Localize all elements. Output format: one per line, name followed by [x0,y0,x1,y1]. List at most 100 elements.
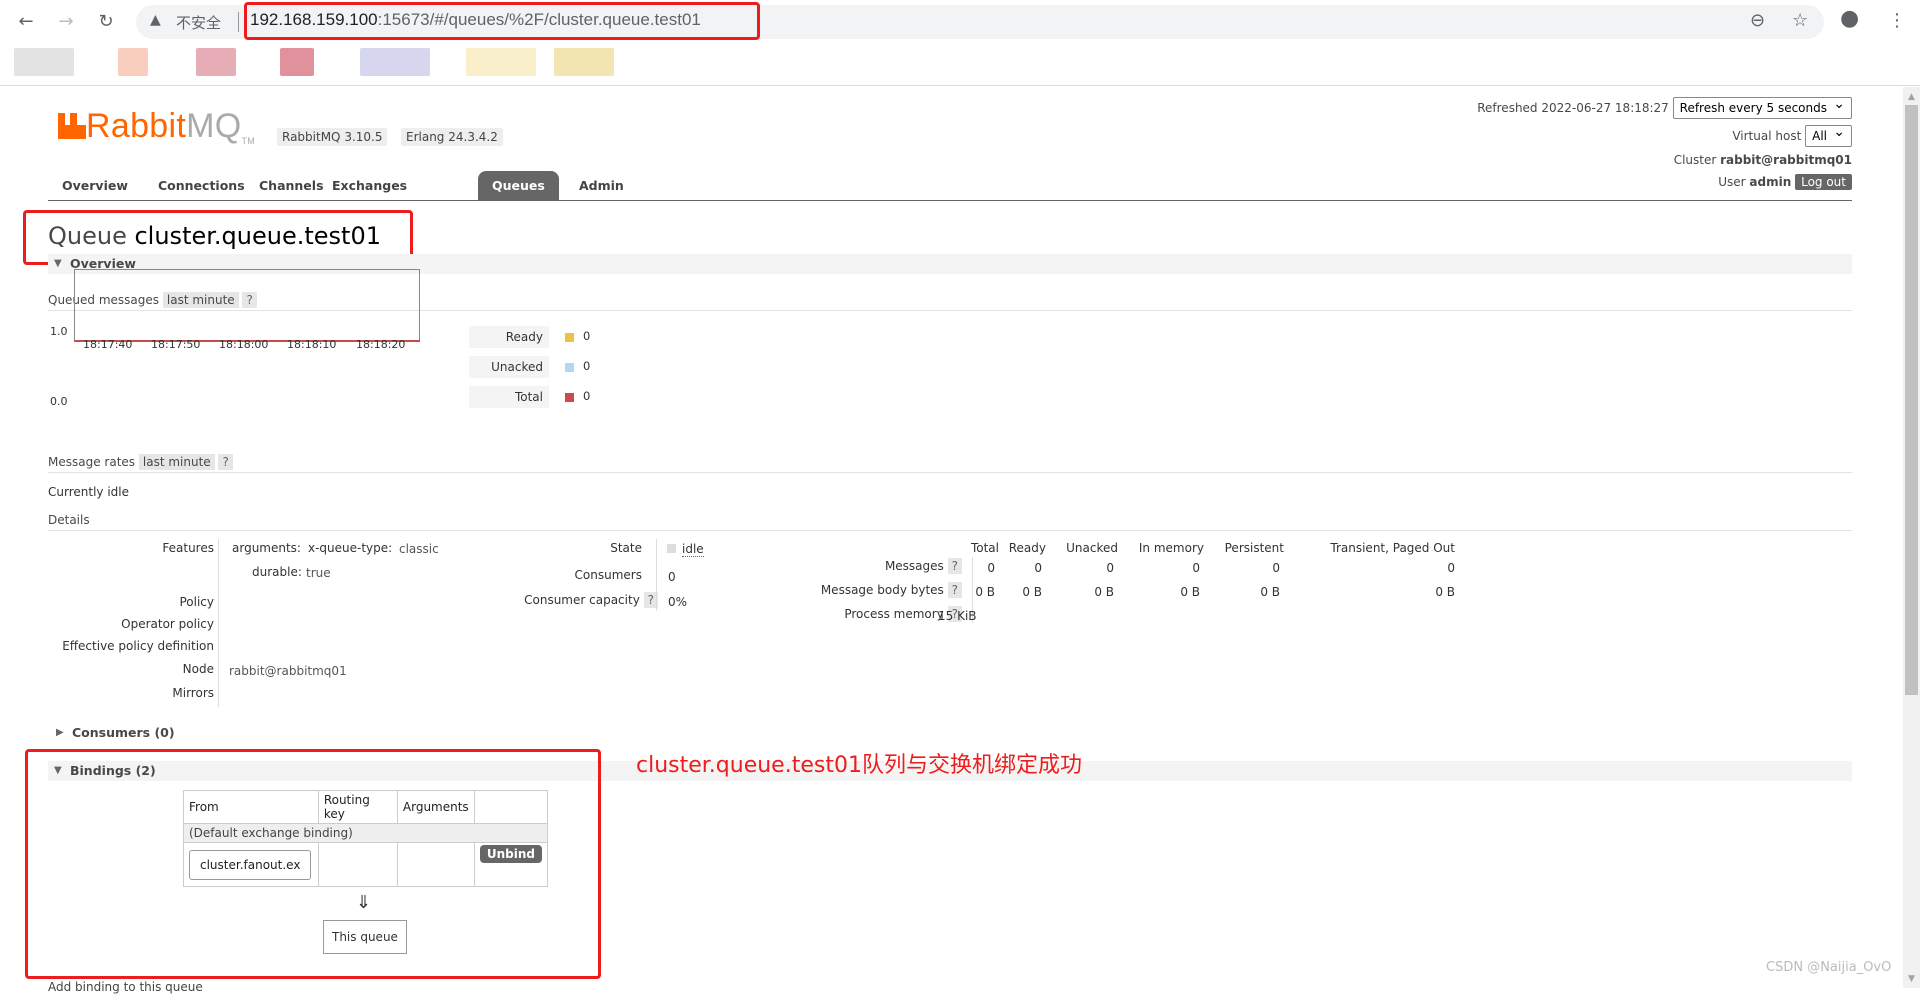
rates-range-selector[interactable]: last minute [138,454,215,470]
message-bytes-label-text: Message body bytes [820,583,944,597]
operator-policy-label: Operator policy [121,617,214,631]
expand-triangle-icon[interactable]: ▶ [56,727,64,738]
watermark: CSDN @Naijia_OvO [1766,960,1892,975]
bookmark-blurred[interactable] [280,48,314,76]
help-button[interactable]: ? [947,582,962,598]
tab-queues[interactable]: Queues [478,171,559,201]
messages-transient: 0 [1447,561,1455,575]
legend-swatch [565,333,574,342]
state-text: idle [682,542,704,557]
zoom-icon[interactable]: ⊖ [1750,10,1765,31]
durable-key: durable: [252,565,302,579]
message-bytes-label: Message body bytes ? [820,582,962,598]
help-button[interactable]: ? [218,454,233,470]
cluster-line: Cluster rabbit@rabbitmq01 [1674,153,1852,167]
consumer-capacity-value: 0% [668,595,688,609]
kebab-menu-icon[interactable]: ⋮ [1888,10,1906,31]
bookmark-blurred[interactable] [554,48,614,76]
effective-policy-label: Effective policy definition [62,639,214,653]
mirrors-label: Mirrors [172,686,214,700]
url-highlight-box [244,2,760,40]
logo-trademark: TM [241,136,256,146]
stats-header-transient: Transient, Paged Out [1330,541,1455,555]
stats-header-total: Total [970,541,999,555]
legend-label: Unacked [469,356,549,378]
refresh-line: Refreshed 2022-06-27 18:18:27 Refresh ev… [1477,94,1852,119]
browser-chrome: ← → ↻ ▲ 不安全 192.168.159.100:15673/#/queu… [0,0,1920,86]
bytes-unacked: 0 B [1094,585,1114,599]
collapse-triangle-icon: ▼ [54,258,62,269]
x-tick-label: 18:17:50 [151,338,201,351]
legend-value: 0 [583,329,591,343]
reload-icon[interactable]: ↻ [94,10,118,34]
consumers-section-header[interactable]: Consumers (0) [72,725,175,740]
stats-header-unacked: Unacked [1066,541,1118,555]
x-tick-label: 18:17:40 [83,338,133,351]
bookmark-blurred[interactable] [14,48,74,76]
x-tick-label: 18:18:10 [287,338,337,351]
x-tick-label: 18:18:20 [356,338,406,351]
messages-label: Messages ? [884,558,962,574]
bookmark-blurred[interactable] [360,48,430,76]
arrow-right-icon[interactable]: → [54,10,78,34]
messages-unacked: 0 [1106,561,1114,575]
node-label: Node [182,662,214,676]
vhost-select[interactable]: All [1805,122,1852,147]
tab-admin[interactable]: Admin [565,171,638,201]
rabbitmq-logo-icon [58,113,86,139]
state-value: idle [667,542,704,557]
bookmark-blurred[interactable] [118,48,148,76]
x-queue-type-value: classic [399,542,439,556]
messages-persistent: 0 [1272,561,1280,575]
features-label: Features [162,541,214,555]
bookmark-blurred[interactable] [196,48,236,76]
bindings-highlight-box [25,749,601,979]
legend-swatch [565,393,574,402]
state-idle-icon [667,544,676,553]
state-label: State [610,541,642,555]
consumers-label: Consumers [574,568,642,582]
consumers-value: 0 [668,570,676,584]
scroll-down-icon[interactable]: ▼ [1905,972,1918,986]
refresh-interval-select[interactable]: Refresh every 5 seconds [1672,94,1852,119]
legend-value: 0 [583,389,591,403]
stats-header-persistent: Persistent [1224,541,1284,555]
stats-header-ready: Ready [1008,541,1046,555]
tab-exchanges[interactable]: Exchanges [318,171,421,201]
queued-messages-chart [74,269,420,342]
scrollbar-thumb[interactable] [1905,105,1918,695]
bookmark-blurred[interactable] [466,48,536,76]
process-memory-value: 15 KiB [938,609,977,623]
rabbitmq-logo[interactable]: RabbitMQTM [86,107,255,146]
star-icon[interactable]: ☆ [1792,10,1808,31]
legend-label: Ready [469,326,549,348]
messages-ready: 0 [1034,561,1042,575]
messages-label-text: Messages [884,559,944,573]
details-label: Details [48,513,90,527]
logo-text-rabbit: Rabbit [86,107,187,145]
annotation-text: cluster.queue.test01队列与交换机绑定成功 [636,753,1082,778]
bytes-ready: 0 B [1022,585,1042,599]
durable-value: true [306,566,331,580]
help-button[interactable]: ? [947,558,962,574]
add-binding-header[interactable]: Add binding to this queue [48,980,203,994]
arguments-key: arguments: [232,541,301,555]
security-label[interactable]: 不安全 [176,12,221,33]
refreshed-label: Refreshed 2022-06-27 18:18:27 [1477,101,1669,115]
scroll-up-icon[interactable]: ▲ [1905,90,1918,104]
messages-in-memory: 0 [1192,561,1200,575]
warning-icon[interactable]: ▲ [150,12,161,28]
state-divider [656,539,657,611]
rabbitmq-version-badge: RabbitMQ 3.10.5 [277,128,388,146]
profile-icon[interactable]: ● [1840,6,1859,31]
node-value: rabbit@rabbitmq01 [229,664,347,678]
tab-connections[interactable]: Connections [144,171,259,201]
messages-total: 0 [987,561,995,575]
process-memory-label-text: Process memory [844,607,944,621]
tab-overview[interactable]: Overview [48,171,142,201]
arrow-left-icon[interactable]: ← [14,10,38,34]
legend-swatch [565,363,574,372]
rabbitmq-management-page: RabbitMQTM RabbitMQ 3.10.5 Erlang 24.3.4… [23,87,1852,994]
legend-label: Total [469,386,549,408]
details-divider [218,539,219,707]
